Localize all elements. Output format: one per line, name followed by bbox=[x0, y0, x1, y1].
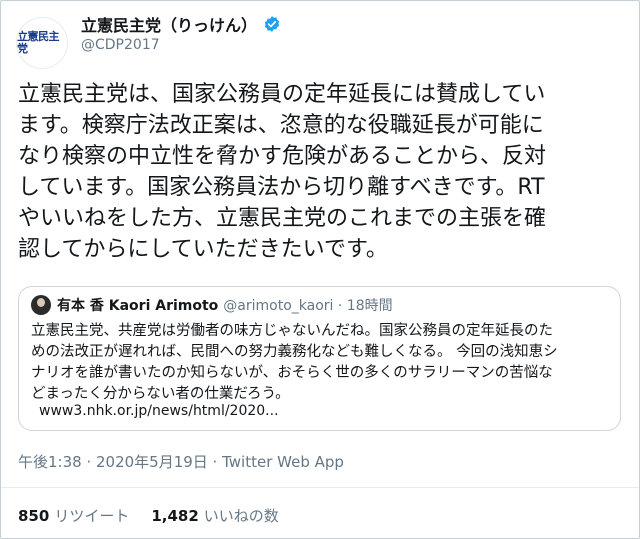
verified-badge-icon bbox=[264, 16, 280, 32]
quoted-text-line: めの法改正が遅れれば、民間への努力義務化なども難しくなる。 今回の浅知恵シ bbox=[31, 344, 558, 360]
quoted-text-line: 立憲民主党、共産党は労働者の味方じゃないんだね。国家公務員の定年延長のた bbox=[31, 323, 553, 339]
author-handle[interactable]: @CDP2017 bbox=[81, 37, 281, 53]
retweets-label: リツイート bbox=[54, 507, 130, 525]
quoted-avatar bbox=[31, 295, 51, 315]
retweets-count: 850 bbox=[18, 507, 50, 525]
tweet-stats: 850 リツイート 1,482 いいねの数 bbox=[18, 505, 301, 526]
quoted-link[interactable]: www3.nhk.or.jp/news/html/2020... bbox=[39, 403, 279, 419]
author-names: 立憲民主党（りっけん） @CDP2017 bbox=[81, 13, 281, 53]
retweets-stat[interactable]: 850 リツイート bbox=[18, 505, 129, 526]
tweet-text-line: 認してからにしていただきたいです。 bbox=[18, 237, 388, 262]
avatar-logo: 立憲民主党 bbox=[17, 30, 60, 55]
tweet-text-line: 立憲民主党は、国家公務員の定年延長には賛成してい bbox=[18, 82, 546, 107]
quoted-text-line: どまったく分からない者の仕業だろう。 bbox=[31, 386, 290, 402]
quoted-tweet-header: 有本 香 Kaori Arimoto @arimoto_kaori · 18時間 bbox=[31, 295, 393, 315]
quoted-tweet-text: 立憲民主党、共産党は労働者の味方じゃないんだね。国家公務員の定年延長のた めの法… bbox=[31, 321, 614, 405]
tweet-text: 立憲民主党は、国家公務員の定年延長には賛成してい ます。検察庁法改正案は、恣意的… bbox=[18, 79, 628, 265]
divider bbox=[1, 487, 639, 488]
likes-stat[interactable]: 1,482 いいねの数 bbox=[151, 505, 278, 526]
tweet-text-line: しています。国家公務員法から切り離すべきです。RT bbox=[18, 175, 545, 200]
quoted-display-name: 有本 香 Kaori Arimoto bbox=[57, 298, 219, 314]
quoted-text-line: ナリオを誰が書いたのか知らないが、おそらく世の多くのサラリーマンの苦悩な bbox=[31, 365, 553, 381]
avatar[interactable]: 立憲民主党 bbox=[16, 17, 68, 69]
tweet-header: 立憲民主党 立憲民主党（りっけん） @CDP2017 bbox=[11, 11, 611, 69]
tweet-text-line: ます。検察庁法改正案は、恣意的な役職延長が可能に bbox=[18, 113, 544, 138]
likes-label: いいねの数 bbox=[203, 507, 279, 525]
quoted-tweet[interactable]: 有本 香 Kaori Arimoto @arimoto_kaori · 18時間… bbox=[18, 286, 621, 431]
likes-count: 1,482 bbox=[151, 507, 199, 525]
quoted-handle-time: @arimoto_kaori · 18時間 bbox=[223, 298, 393, 314]
tweet-text-line: やいいねをした方、立憲民主党のこれまでの主張を確 bbox=[18, 206, 547, 231]
display-name[interactable]: 立憲民主党（りっけん） bbox=[81, 12, 257, 36]
tweet-timestamp[interactable]: 午後1:38 · 2020年5月19日 · Twitter Web App bbox=[18, 451, 344, 472]
tweet-text-line: なり検察の中立性を脅かす危険があることから、反対 bbox=[18, 144, 547, 169]
tweet-card: 立憲民主党 立憲民主党（りっけん） @CDP2017 立憲民主党は、国家公務員の… bbox=[0, 0, 640, 539]
